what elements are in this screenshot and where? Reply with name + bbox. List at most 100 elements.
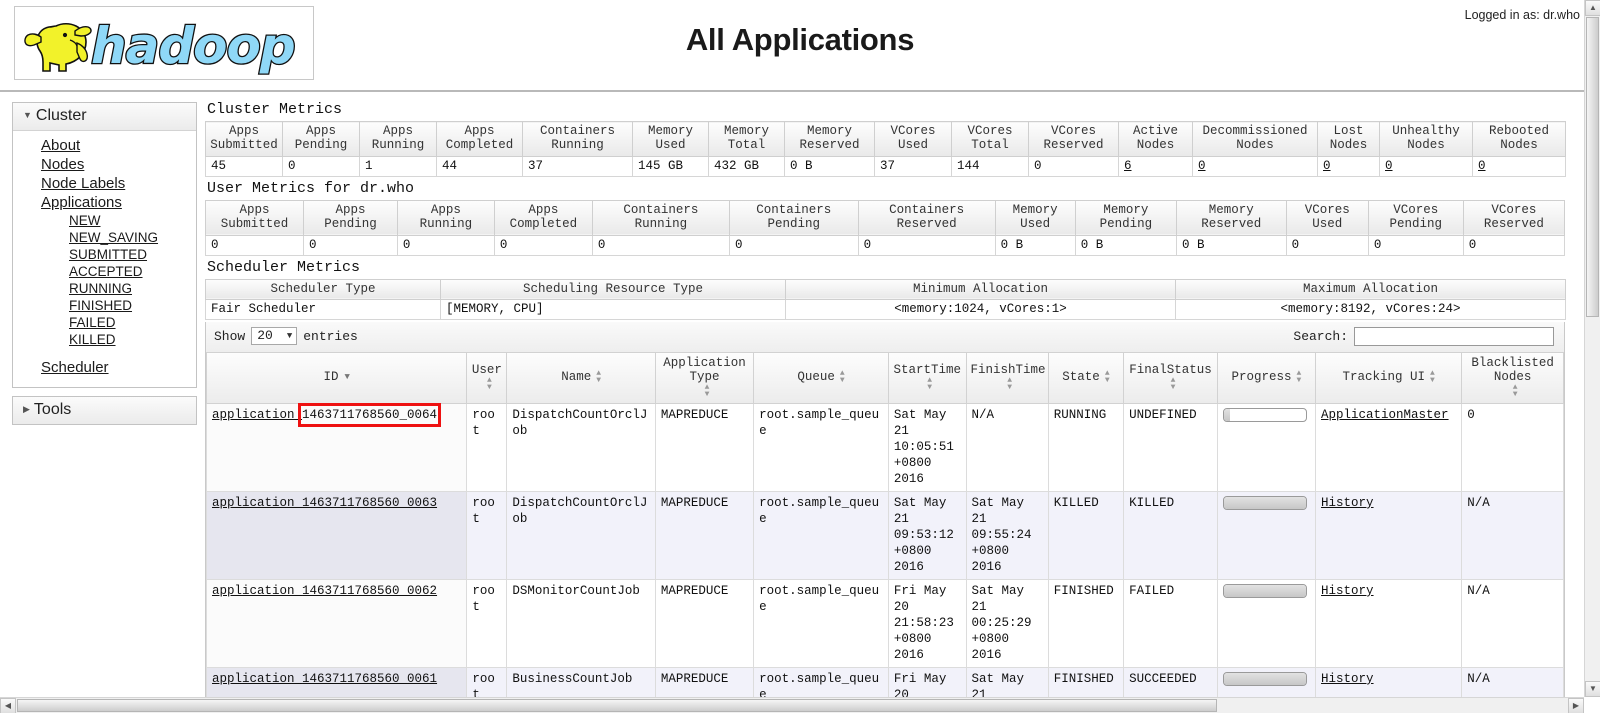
vertical-scrollbar[interactable]: ▲ ▼: [1584, 0, 1600, 697]
cell-start-time: Sat May 21 09:53:12 +0800 2016: [887, 491, 967, 580]
horizontal-scroll-thumb[interactable]: [17, 699, 1217, 712]
sort-both-icon: ▲ ▼: [1007, 376, 1013, 393]
cm-th-lost-nodes: Lost Nodes: [1317, 121, 1380, 157]
scroll-up-icon[interactable]: ▲: [1585, 0, 1600, 16]
vertical-scroll-thumb[interactable]: [1586, 17, 1599, 317]
application-id-suffix: 1463711768560_0062: [302, 583, 438, 598]
cm-th-memory-used: Memory Used: [632, 121, 709, 157]
cm-th-apps-submitted: Apps Submitted: [205, 121, 283, 157]
cm-apps-pending: 0: [282, 156, 360, 177]
progress-bar-fill: [1223, 408, 1231, 421]
sort-both-icon: ▲ ▼: [839, 368, 845, 385]
um-th-apps-running: Apps Running: [396, 199, 495, 236]
sidebar-item-finished[interactable]: FINISHED: [13, 297, 196, 314]
progress-bar: [1222, 671, 1307, 686]
sidebar-item-submitted[interactable]: SUBMITTED: [13, 246, 196, 263]
um-containers-pending: 0: [728, 235, 859, 256]
um-th-containers-running: Containers Running: [591, 199, 730, 236]
unhealthy-nodes-link[interactable]: 0: [1385, 159, 1393, 173]
sidebar-item-accepted[interactable]: ACCEPTED: [13, 263, 196, 280]
sidebar-item-new-saving[interactable]: NEW_SAVING: [13, 229, 196, 246]
application-id-link[interactable]: application_1463711768560_0064: [212, 402, 442, 427]
chevron-right-icon: ▶: [23, 404, 30, 414]
th-progress[interactable]: Progress ▲ ▼: [1216, 352, 1317, 404]
nav-cluster-items: About Nodes Node Labels Applications NEW…: [13, 131, 196, 387]
th-finish-time[interactable]: FinishTime ▲ ▼: [965, 352, 1049, 404]
th-application-type[interactable]: Application Type ▲ ▼: [654, 352, 755, 404]
chevron-down-icon: ▼: [23, 110, 32, 120]
decommissioned-nodes-link[interactable]: 0: [1198, 159, 1206, 173]
sidebar-item-nodes[interactable]: Nodes: [13, 155, 196, 174]
th-user[interactable]: User ▲ ▼: [466, 352, 508, 404]
active-nodes-link[interactable]: 6: [1124, 159, 1132, 173]
cell-user: root: [466, 579, 508, 668]
cm-active-nodes: 6: [1118, 156, 1193, 177]
applications-datatable: Show 20 ▼ entries Search: ID ▼ User ▲ ▼ …: [205, 321, 1565, 713]
th-id[interactable]: ID ▼: [205, 352, 468, 404]
sort-both-icon: ▲ ▼: [1104, 368, 1110, 385]
sidebar-item-new[interactable]: NEW: [13, 212, 196, 229]
th-queue[interactable]: Queue ▲ ▼: [753, 352, 889, 404]
cm-th-apps-pending: Apps Pending: [282, 121, 360, 157]
scroll-left-icon[interactable]: ◀: [0, 698, 16, 713]
th-name[interactable]: Name ▲ ▼: [506, 352, 656, 404]
th-start-time[interactable]: StartTime ▲ ▼: [887, 352, 967, 404]
um-vcores-pending: 0: [1367, 235, 1464, 256]
nav-tools-label: Tools: [33, 401, 72, 418]
sort-both-icon: ▲ ▼: [1512, 383, 1518, 400]
tracking-ui-link[interactable]: History: [1321, 496, 1374, 510]
um-th-memory-used: Memory Used: [994, 199, 1076, 236]
um-apps-submitted: 0: [204, 235, 305, 256]
horizontal-scrollbar[interactable]: ◀ ▶: [0, 697, 1584, 713]
sidebar-item-killed[interactable]: KILLED: [13, 331, 196, 348]
nav-tools-header[interactable]: ▶ Tools: [13, 397, 196, 424]
cm-th-apps-running: Apps Running: [359, 121, 437, 157]
sidebar-item-failed[interactable]: FAILED: [13, 314, 196, 331]
sidebar-item-running[interactable]: RUNNING: [13, 280, 196, 297]
tracking-ui-link[interactable]: History: [1321, 672, 1374, 686]
cm-th-active-nodes: Active Nodes: [1118, 121, 1193, 157]
th-tracking-ui[interactable]: Tracking UI ▲ ▼: [1315, 352, 1463, 404]
user-metrics-value-row: 0 0 0 0 0 0 0 0 B 0 B 0 B 0 0 0: [204, 235, 1566, 256]
sidebar-item-node-labels[interactable]: Node Labels: [13, 174, 196, 193]
cm-vcores-used: 37: [874, 156, 952, 177]
cell-progress: [1216, 579, 1317, 668]
application-id-link[interactable]: application_1463711768560_0062: [212, 584, 437, 598]
um-th-memory-reserved: Memory Reserved: [1175, 199, 1287, 236]
tracking-ui-link[interactable]: ApplicationMaster: [1321, 408, 1449, 422]
application-id-prefix: application_: [212, 583, 303, 598]
progress-bar-fill: [1223, 496, 1306, 509]
cell-name: DSMonitorCountJob: [506, 579, 656, 668]
tracking-ui-link[interactable]: History: [1321, 584, 1374, 598]
cm-rebooted-nodes: 0: [1472, 156, 1566, 177]
datatable-filter-control: Search:: [1293, 326, 1554, 346]
um-th-vcores-pending: VCores Pending: [1367, 199, 1464, 236]
sidebar-item-about[interactable]: About: [13, 136, 196, 155]
application-id-prefix: application_: [212, 671, 303, 686]
application-id-link[interactable]: application_1463711768560_0061: [212, 672, 437, 686]
rebooted-nodes-link[interactable]: 0: [1478, 159, 1486, 173]
progress-bar-fill: [1223, 672, 1306, 685]
progress-bar-fill: [1223, 584, 1306, 597]
progress-bar: [1222, 407, 1307, 422]
scroll-down-icon[interactable]: ▼: [1585, 681, 1600, 697]
sm-resource-type: [MEMORY, CPU]: [440, 299, 786, 320]
sidebar-item-applications[interactable]: Applications: [13, 193, 196, 212]
cell-blacklisted-nodes: N/A: [1461, 491, 1564, 580]
cell-user: root: [466, 491, 508, 580]
th-state[interactable]: State ▲ ▼: [1047, 352, 1125, 404]
lost-nodes-link[interactable]: 0: [1323, 159, 1331, 173]
application-id-link[interactable]: application_1463711768560_0063: [212, 496, 437, 510]
cm-vcores-total: 144: [951, 156, 1029, 177]
th-blacklisted-nodes[interactable]: Blacklisted Nodes ▲ ▼: [1461, 352, 1564, 404]
cluster-metrics-header-row: Apps Submitted Apps Pending Apps Running…: [205, 121, 1566, 157]
nav-cluster-header[interactable]: ▼ Cluster: [13, 103, 196, 131]
cell-tracking-ui: History: [1315, 491, 1463, 580]
page-length-select[interactable]: 20 ▼: [251, 327, 298, 345]
sort-both-icon: ▲ ▼: [927, 376, 933, 393]
scroll-right-icon[interactable]: ▶: [1568, 698, 1584, 713]
th-final-status[interactable]: FinalStatus ▲ ▼: [1123, 352, 1218, 404]
sidebar-item-scheduler[interactable]: Scheduler: [13, 358, 196, 377]
chevron-down-icon: ▼: [286, 330, 293, 341]
search-input[interactable]: [1354, 326, 1554, 346]
